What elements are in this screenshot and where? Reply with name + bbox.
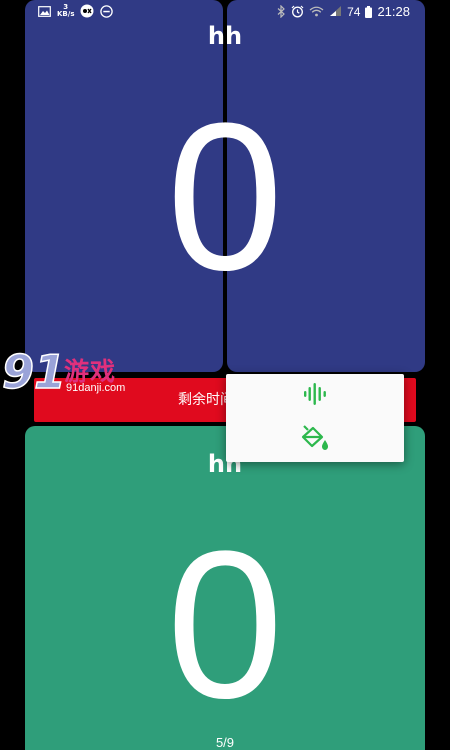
network-speed-icon: 3 KB/s — [57, 4, 74, 18]
top-team-score[interactable]: 0 — [0, 92, 450, 302]
watermark: 91 游戏 91danji.com — [0, 344, 140, 404]
image-icon — [38, 5, 51, 17]
network-speed-unit: KB/s — [57, 10, 75, 18]
battery-percentage: 74 — [347, 4, 361, 19]
color-menu-item[interactable] — [226, 418, 404, 462]
page-indicator: 5/9 — [215, 735, 235, 750]
signal-icon — [329, 6, 342, 17]
battery-icon — [365, 5, 373, 18]
popup-menu — [226, 374, 404, 462]
sound-wave-icon — [303, 383, 327, 409]
app-badge-icon — [80, 4, 94, 18]
bluetooth-icon — [277, 5, 286, 18]
sound-menu-item[interactable] — [226, 374, 404, 418]
status-bar: 3 KB/s 74 21:28 — [0, 0, 450, 24]
bottom-team-score[interactable]: 0 — [0, 520, 450, 730]
alarm-icon — [291, 5, 304, 18]
do-not-disturb-icon — [100, 4, 114, 18]
watermark-logo: 91 — [1, 344, 67, 400]
paint-bucket-icon — [300, 425, 330, 455]
wifi-icon — [309, 6, 324, 17]
top-team-name: hh — [207, 22, 243, 50]
status-time: 21:28 — [377, 4, 410, 19]
watermark-url: 91danji.com — [66, 382, 126, 394]
watermark-logo-text: 91 — [2, 345, 66, 399]
screen: hh 0 hh 0 剩余时间 91 游戏 91danji.com 3 KB/s … — [0, 0, 450, 750]
